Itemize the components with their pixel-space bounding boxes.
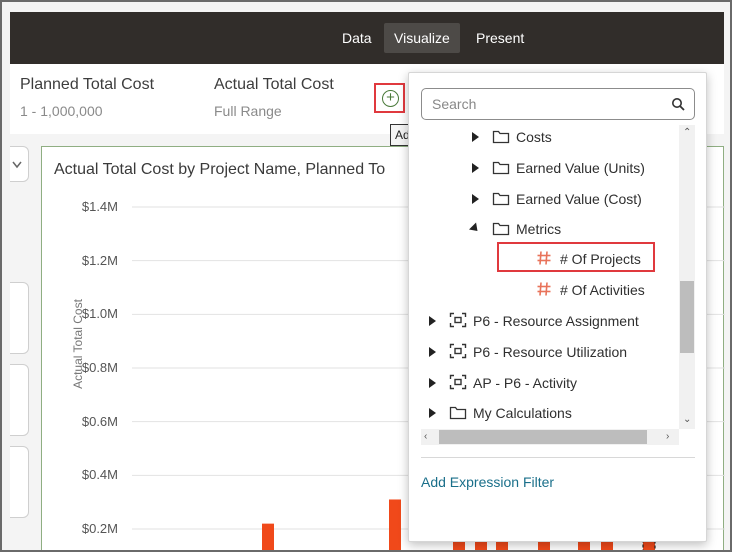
expand-right-icon[interactable] — [429, 347, 436, 357]
add-expression-filter-link[interactable]: Add Expression Filter — [421, 474, 554, 490]
tree-vertical-scrollbar[interactable]: ⌃ ⌄ — [679, 125, 695, 429]
subject-area-icon — [449, 312, 467, 328]
search-input[interactable] — [421, 88, 695, 120]
subject-area-icon — [449, 374, 467, 390]
folder-icon — [492, 192, 510, 206]
add-filter-button[interactable]: + — [374, 83, 405, 113]
horizontal-scroll-thumb[interactable] — [439, 430, 647, 444]
tree-item-label: Earned Value (Units) — [516, 160, 645, 176]
filter-value-actual-total-cost[interactable]: Full Range — [214, 103, 282, 119]
expand-right-icon[interactable] — [429, 408, 436, 418]
panel-tab-1[interactable] — [10, 282, 29, 354]
tree-item-label: Costs — [516, 129, 552, 145]
tab-visualize[interactable]: Visualize — [384, 23, 460, 53]
tree-item-label: Metrics — [516, 221, 562, 237]
tree-item-label: P6 - Resource Utilization — [473, 344, 628, 360]
tree-item-label: Earned Value (Cost) — [516, 191, 642, 207]
tree-item-label: My Calculations — [473, 405, 572, 421]
tree-item[interactable]: Costs — [409, 123, 679, 151]
filter-label-planned-total-cost[interactable]: Planned Total Cost — [20, 76, 154, 94]
tree-item[interactable]: Metrics — [409, 215, 679, 243]
tree-item-label: # Of Activities — [560, 282, 645, 298]
tree-item[interactable]: My Calculations — [409, 399, 679, 427]
filter-value-planned-total-cost[interactable]: 1 - 1,000,000 — [20, 103, 103, 119]
data-element-tree: Costs Earned Value (Units) Earned Value (C… — [409, 123, 679, 478]
folder-icon — [492, 222, 510, 236]
tree-item[interactable]: P6 - Resource Assignment — [409, 307, 679, 335]
search-icon — [672, 98, 685, 111]
filter-label-actual-total-cost[interactable]: Actual Total Cost — [214, 76, 334, 94]
subject-area-icon — [449, 343, 467, 359]
tree-item[interactable]: AP - P6 - Activity — [409, 369, 679, 397]
tree-item[interactable]: Earned Value (Units) — [409, 154, 679, 182]
tree-item[interactable]: P6 - Resource Utilization — [409, 338, 679, 366]
app-window: Data Visualize Present Planned Total Cos… — [0, 0, 732, 552]
scroll-left-arrow-icon[interactable]: ‹ — [424, 430, 427, 444]
folder-icon — [492, 130, 510, 144]
chart-bar[interactable] — [389, 499, 401, 552]
expand-right-icon[interactable] — [429, 378, 436, 388]
folder-icon — [449, 406, 467, 420]
panel-dropdown-toggle[interactable] — [10, 146, 29, 182]
top-nav-bar: Data Visualize Present — [10, 12, 724, 64]
panel-tab-2[interactable] — [10, 364, 29, 436]
vertical-scroll-thumb[interactable] — [680, 281, 694, 353]
scroll-down-arrow-icon[interactable]: ⌄ — [683, 413, 691, 427]
tree-item-label: P6 - Resource Assignment — [473, 313, 639, 329]
tab-present[interactable]: Present — [466, 23, 534, 53]
expand-down-icon[interactable] — [468, 222, 482, 235]
chart-bar[interactable] — [262, 523, 274, 552]
expand-right-icon[interactable] — [472, 194, 479, 204]
expand-right-icon[interactable] — [472, 163, 479, 173]
chevron-down-icon — [12, 161, 22, 169]
tab-data[interactable]: Data — [332, 23, 382, 53]
scroll-right-arrow-icon[interactable]: › — [666, 430, 669, 444]
dropdown-divider — [421, 457, 695, 458]
plus-circle-icon: + — [382, 90, 399, 107]
add-filter-dropdown: Costs Earned Value (Units) Earned Value (C… — [408, 72, 707, 542]
tree-item[interactable]: Earned Value (Cost) — [409, 185, 679, 213]
panel-tab-3[interactable] — [10, 446, 29, 518]
tree-item-label: AP - P6 - Activity — [473, 375, 577, 391]
hash-icon — [537, 282, 551, 296]
left-panel-stub — [10, 146, 40, 546]
highlight-of-projects — [497, 242, 655, 272]
scroll-up-arrow-icon[interactable]: ⌃ — [683, 126, 691, 140]
expand-right-icon[interactable] — [429, 316, 436, 326]
folder-icon — [492, 161, 510, 175]
expand-right-icon[interactable] — [472, 132, 479, 142]
tree-item[interactable]: # Of Activities — [409, 276, 679, 304]
tree-horizontal-scrollbar[interactable]: ‹ › — [421, 429, 679, 445]
